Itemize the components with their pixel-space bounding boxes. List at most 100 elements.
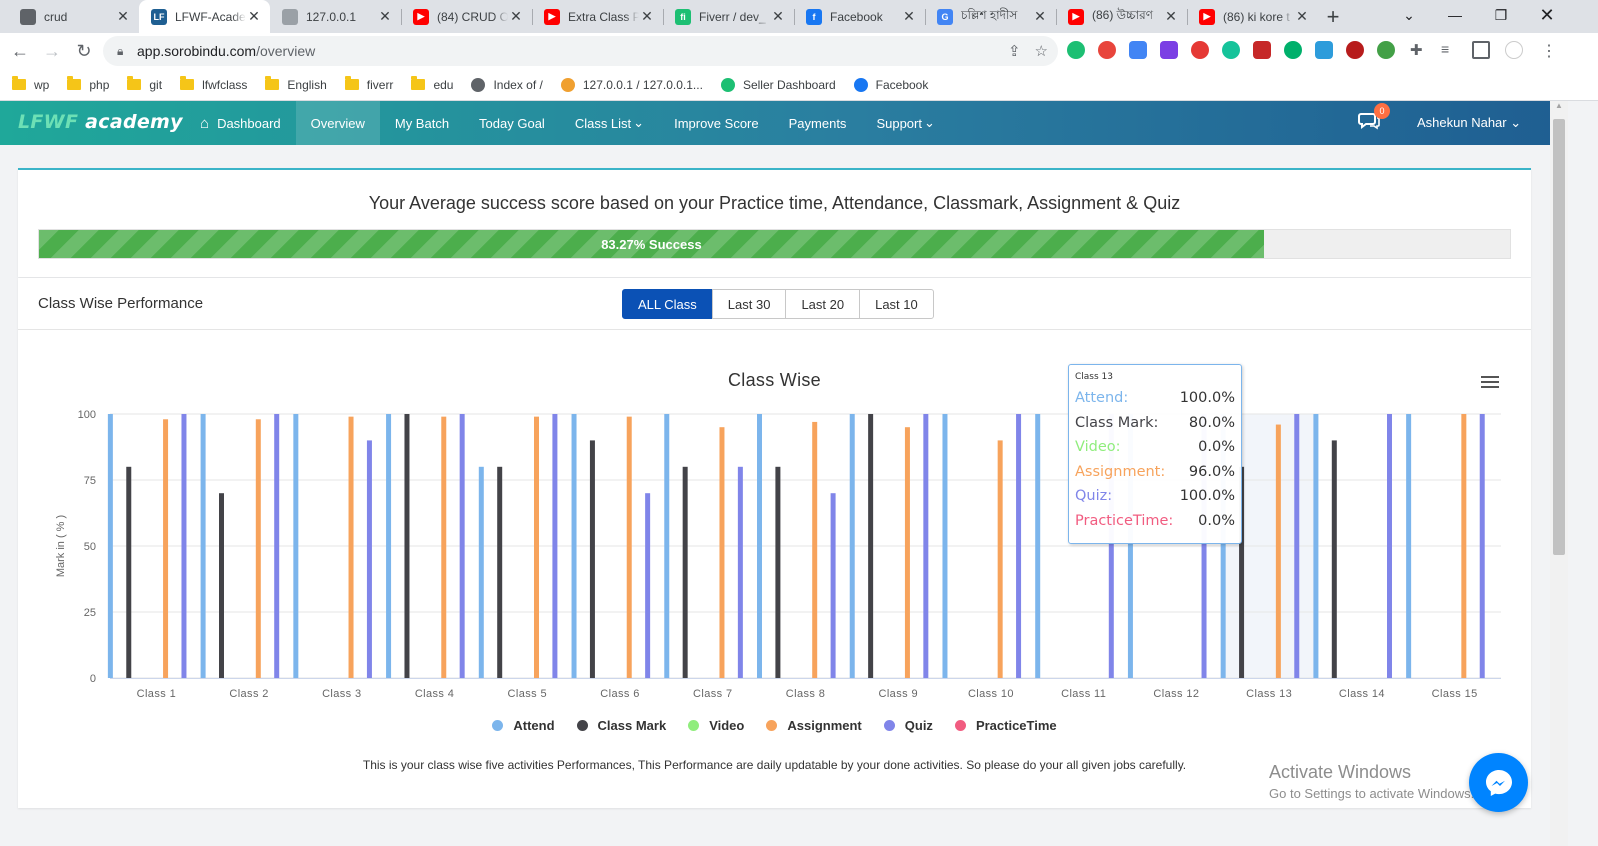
bookmark-item[interactable]: git: [127, 76, 162, 92]
messenger-chat-button[interactable]: [1469, 753, 1528, 812]
restore-icon[interactable]: ❐: [1478, 0, 1524, 30]
nav-item-class-list[interactable]: Class List ⌄: [560, 101, 659, 145]
legend-item[interactable]: Video: [688, 718, 744, 733]
filter-button[interactable]: Last 10: [859, 289, 934, 319]
address-bar[interactable]: 🔒︎ app.sorobindu.com/overview ⇪ ☆: [103, 36, 1058, 66]
browser-tab[interactable]: G চল্লিশ হাদীস ✕: [925, 0, 1056, 33]
nav-item-my-batch[interactable]: My Batch: [380, 101, 464, 145]
bookmark-item[interactable]: lfwfclass: [180, 76, 247, 92]
x-tick-label: Class 8: [786, 688, 825, 700]
reload-icon[interactable]: ↻: [68, 35, 100, 67]
nav-item-dashboard[interactable]: ⌂ Dashboard: [185, 101, 296, 145]
bookmark-item[interactable]: edu: [411, 76, 453, 92]
bar-quiz: [830, 493, 836, 678]
bookmark-item[interactable]: wp: [12, 76, 49, 92]
browser-tab[interactable]: LF LFWF-Academy✕: [139, 0, 270, 33]
nav-item-today-goal[interactable]: Today Goal: [464, 101, 560, 145]
user-menu[interactable]: Ashekun Nahar ⌄: [1417, 115, 1521, 131]
legend-item[interactable]: Assignment: [766, 718, 862, 733]
tab-favicon-icon: LF: [151, 8, 167, 25]
extension-icon[interactable]: [1191, 41, 1209, 59]
browser-tab[interactable]: ▶ (86) ki kore t ✕: [1187, 0, 1318, 33]
extension-icon[interactable]: [1160, 41, 1178, 59]
extension-icon[interactable]: [1284, 41, 1302, 59]
close-window-icon[interactable]: ✕: [1524, 0, 1570, 30]
tab-favicon-icon: [282, 8, 298, 25]
bar-class-mark: [126, 466, 132, 678]
nav-item-overview[interactable]: Overview: [295, 101, 380, 145]
new-tab-icon[interactable]: +: [1318, 0, 1348, 33]
tab-search-icon[interactable]: ⌄: [1386, 0, 1432, 30]
bookmark-label: English: [287, 77, 327, 92]
close-tab-icon[interactable]: ✕: [901, 8, 917, 25]
success-progress-fill: 83.27% Success: [39, 230, 1264, 258]
scrollbar-thumb[interactable]: [1553, 119, 1565, 555]
legend-marker: [883, 720, 895, 731]
close-tab-icon[interactable]: ✕: [377, 8, 393, 25]
close-tab-icon[interactable]: ✕: [508, 8, 524, 25]
profile-avatar[interactable]: [1505, 41, 1523, 59]
close-tab-icon[interactable]: ✕: [246, 8, 262, 25]
close-tab-icon[interactable]: ✕: [115, 8, 131, 25]
browser-menu-icon[interactable]: ⋮: [1540, 41, 1558, 60]
browser-tab[interactable]: ▶ (84) CRUD O ✕: [401, 0, 532, 33]
bookmark-item[interactable]: php: [67, 76, 109, 92]
close-tab-icon[interactable]: ✕: [1032, 8, 1048, 25]
bookmark-item[interactable]: Index of /: [471, 77, 543, 92]
extension-icon[interactable]: [1253, 41, 1271, 59]
close-tab-icon[interactable]: ✕: [1163, 8, 1179, 25]
tab-favicon-icon: f: [806, 8, 822, 25]
browser-tab[interactable]: f Facebook ✕: [794, 0, 925, 33]
site-favicon-icon: [853, 77, 868, 92]
nav-item-improve-score[interactable]: Improve Score: [659, 101, 774, 145]
extension-icon[interactable]: [1346, 41, 1364, 59]
bookmark-item[interactable]: Facebook: [853, 77, 928, 92]
share-icon[interactable]: ⇪: [1008, 42, 1021, 60]
main-menu: ⌂ Dashboard Overview My Batch Today Goal Clas…: [185, 101, 950, 145]
tab-title: (86) উচ্চারণ: [1092, 7, 1153, 22]
nav-item-support[interactable]: Support ⌄: [861, 101, 949, 145]
tab-title: 127.0.0.1: [306, 9, 357, 24]
performance-card-header: Class Wise Performance ALL Class Last 30 L…: [18, 278, 1531, 330]
y-tick-label: 50: [84, 541, 96, 553]
reading-list-icon[interactable]: ≡: [1441, 41, 1459, 59]
close-tab-icon[interactable]: ✕: [1294, 8, 1310, 25]
legend-item[interactable]: PracticeTime: [954, 718, 1057, 733]
browser-tab[interactable]: 127.0.0.1 ✕: [270, 0, 401, 33]
extension-icon[interactable]: [1129, 41, 1147, 59]
filter-button[interactable]: Last 30: [711, 289, 787, 319]
back-icon[interactable]: ←: [4, 35, 36, 67]
legend-item[interactable]: Quiz: [883, 718, 933, 733]
extension-icon[interactable]: [1098, 41, 1116, 59]
filter-button[interactable]: Last 20: [785, 289, 861, 319]
extension-icon[interactable]: [1377, 41, 1395, 59]
filter-button[interactable]: ALL Class: [622, 289, 713, 319]
nav-item-payments[interactable]: Payments: [774, 101, 862, 145]
minimize-icon[interactable]: —: [1432, 0, 1478, 30]
legend-marker: [766, 720, 778, 731]
close-tab-icon[interactable]: ✕: [639, 8, 655, 25]
legend-item[interactable]: Class Mark: [576, 718, 666, 733]
bookmark-item[interactable]: Seller Dashboard: [720, 77, 836, 92]
legend-marker: [954, 720, 966, 731]
bookmark-item[interactable]: fiverr: [344, 76, 393, 92]
side-panel-icon[interactable]: [1472, 41, 1490, 59]
browser-tab[interactable]: fi Fiverr / dev_ ✕: [663, 0, 794, 33]
extension-icon[interactable]: [1067, 41, 1085, 59]
app-logo[interactable]: LFWF academy: [18, 111, 183, 133]
browser-tab[interactable]: ▶ Extra Class P ✕: [532, 0, 663, 33]
bookmark-item[interactable]: English: [265, 76, 327, 92]
extension-icon[interactable]: [1222, 41, 1240, 59]
bookmark-star-icon[interactable]: ☆: [1035, 42, 1048, 60]
puzzle-extensions-icon[interactable]: ✚: [1410, 41, 1428, 59]
x-tick-label: Class 3: [322, 688, 361, 700]
browser-tab[interactable]: ▶ (86) উচ্চারণ ✕: [1056, 0, 1187, 33]
extension-icon[interactable]: [1315, 41, 1333, 59]
bookmark-item[interactable]: 127.0.0.1 / 127.0.0.1...: [560, 77, 703, 92]
close-tab-icon[interactable]: ✕: [770, 8, 786, 25]
legend-item[interactable]: Attend: [492, 718, 555, 733]
forward-icon[interactable]: →: [36, 35, 68, 67]
scroll-up-icon[interactable]: ▲: [1550, 101, 1568, 117]
page-scrollbar[interactable]: ▲: [1550, 101, 1568, 846]
browser-tab[interactable]: crud ✕: [8, 0, 139, 33]
